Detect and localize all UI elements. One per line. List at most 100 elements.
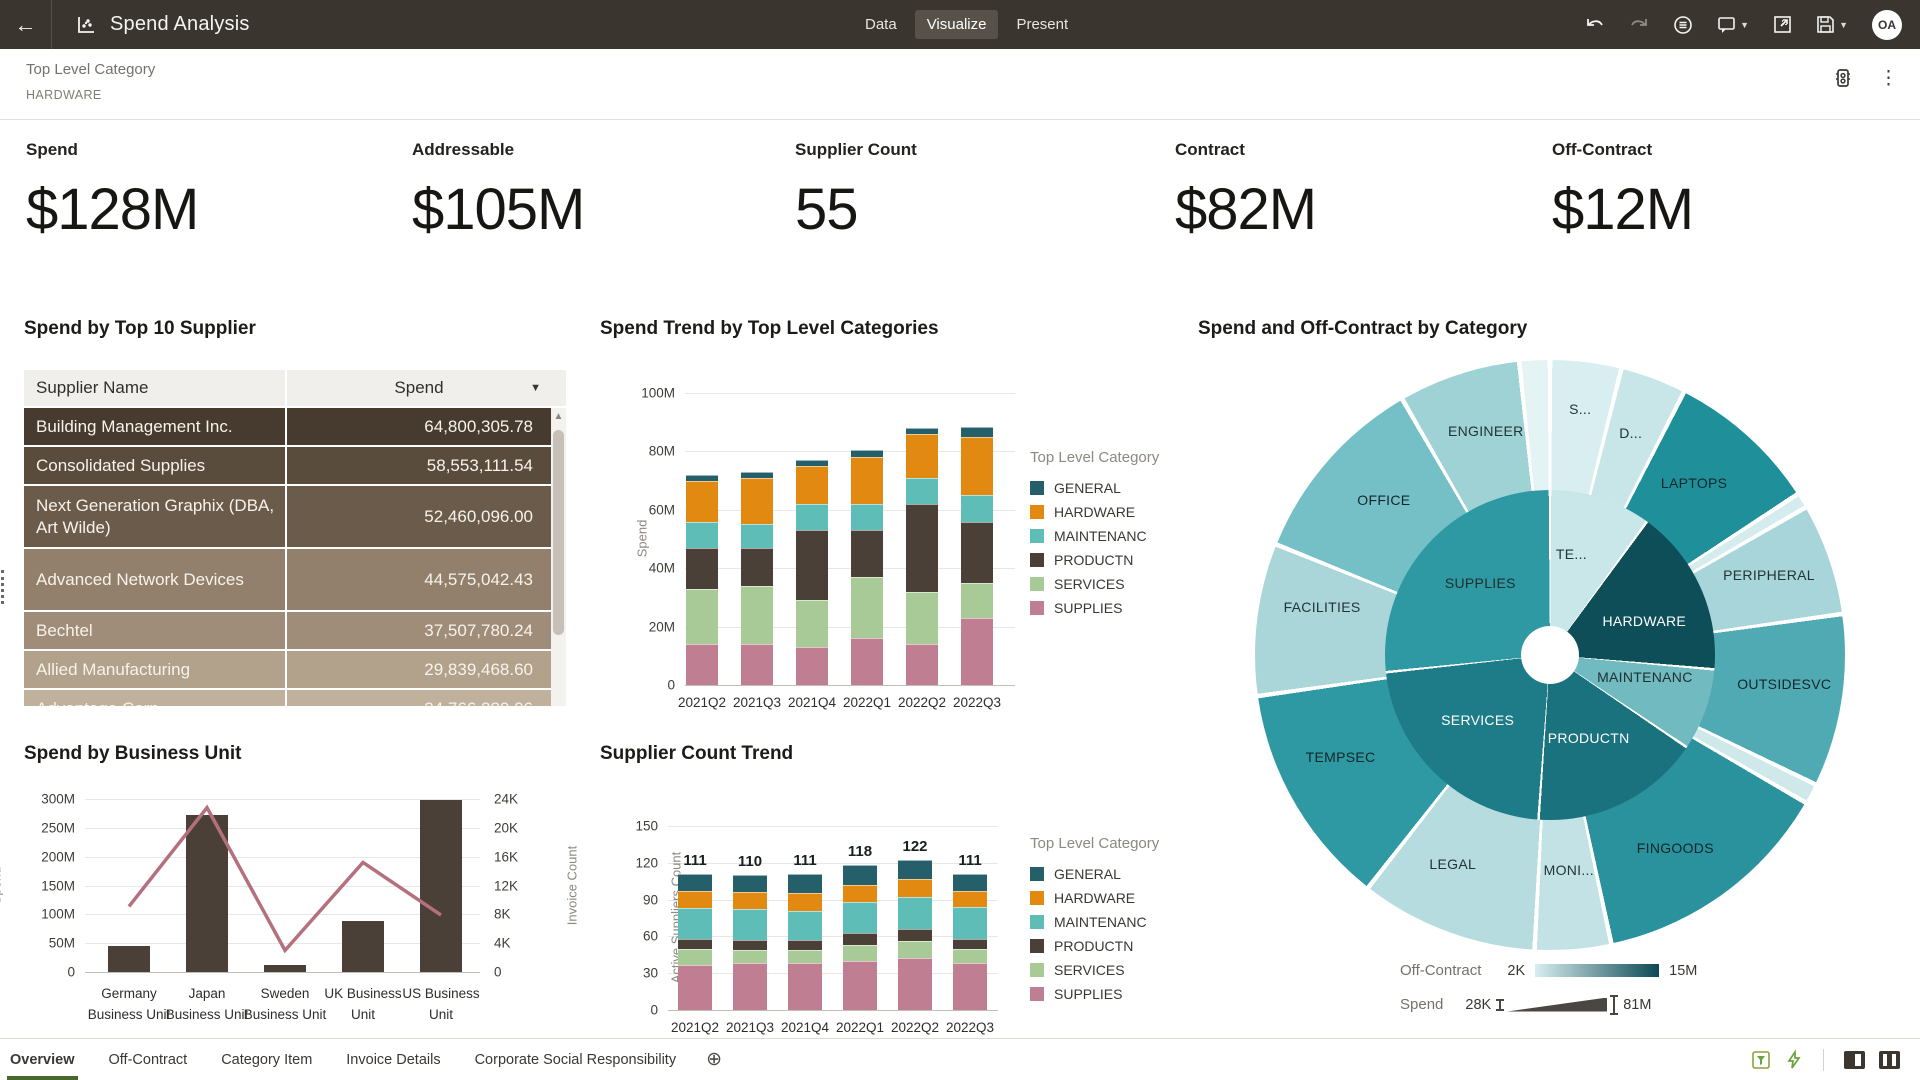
bar-segment-services[interactable] <box>953 949 987 964</box>
bar-segment-maintenanc[interactable] <box>898 897 932 929</box>
canvas-tab-invoice-details[interactable]: Invoice Details <box>346 1039 440 1080</box>
scroll-thumb[interactable] <box>553 430 564 635</box>
filter-canvas-icon[interactable] <box>1751 1050 1771 1070</box>
bar-segment-maintenanc[interactable] <box>843 902 877 933</box>
bar-segment-hardware[interactable] <box>961 437 993 495</box>
bar-segment-supplies[interactable] <box>733 963 767 1010</box>
bar-segment-productn[interactable] <box>796 530 828 600</box>
canvas-tab-overview[interactable]: Overview <box>10 1039 75 1080</box>
bar-segment-supplies[interactable] <box>741 644 773 685</box>
bar-segment-hardware[interactable] <box>851 457 883 504</box>
stacked-bar[interactable] <box>796 460 828 685</box>
bar-segment-hardware[interactable] <box>741 478 773 525</box>
bar-segment-productn[interactable] <box>678 939 712 949</box>
column-header-supplier-name[interactable]: Supplier Name <box>24 378 285 398</box>
bar-segment-services[interactable] <box>898 941 932 958</box>
filter-menu-icon[interactable]: ⋮ <box>1879 69 1898 88</box>
bar-segment-services[interactable] <box>741 586 773 644</box>
bar-segment-general[interactable] <box>851 450 883 457</box>
refresh-data-icon[interactable] <box>1673 15 1693 35</box>
stacked-bar[interactable] <box>898 860 932 1010</box>
legend-item-productn[interactable]: PRODUCTN <box>1030 548 1159 572</box>
bar-segment-productn[interactable] <box>741 548 773 586</box>
legend-item-supplies[interactable]: SUPPLIES <box>1030 596 1159 620</box>
bar-segment-productn[interactable] <box>961 522 993 583</box>
legend-item-hardware[interactable]: HARDWARE <box>1030 500 1159 524</box>
bar-segment-maintenanc[interactable] <box>851 504 883 530</box>
bar-segment-maintenanc[interactable] <box>953 907 987 939</box>
bar-segment-hardware[interactable] <box>843 885 877 902</box>
table-row[interactable]: Consolidated Supplies58,553,111.54 <box>24 447 566 486</box>
auto-apply-icon[interactable] <box>1785 1050 1803 1070</box>
bar-segment-productn[interactable] <box>686 548 718 589</box>
bar-segment-services[interactable] <box>686 589 718 644</box>
stacked-bar[interactable] <box>843 865 877 1010</box>
legend-item-supplies[interactable]: SUPPLIES <box>1030 982 1159 1006</box>
table-row[interactable]: Allied Manufacturing29,839,468.60 <box>24 651 566 690</box>
bar-segment-general[interactable] <box>733 875 767 892</box>
legend-item-general[interactable]: GENERAL <box>1030 476 1159 500</box>
bar-segment-supplies[interactable] <box>843 961 877 1010</box>
bar-segment-hardware[interactable] <box>906 434 938 478</box>
bar-segment-maintenanc[interactable] <box>796 504 828 530</box>
bar-segment-hardware[interactable] <box>953 891 987 907</box>
add-canvas-button[interactable]: ⊕ <box>706 1048 722 1071</box>
table-row[interactable]: Bechtel37,507,780.24 <box>24 612 566 651</box>
legend-item-maintenanc[interactable]: MAINTENANC <box>1030 910 1159 934</box>
bar-segment-supplies[interactable] <box>961 618 993 685</box>
legend-item-hardware[interactable]: HARDWARE <box>1030 886 1159 910</box>
redo-button[interactable] <box>1629 16 1649 34</box>
canvas-tab-off-contract[interactable]: Off-Contract <box>109 1039 188 1080</box>
bar-segment-hardware[interactable] <box>788 893 822 910</box>
bar-segment-services[interactable] <box>788 950 822 963</box>
table-row[interactable]: Next Generation Graphix (DBA, Art Wilde)… <box>24 486 566 549</box>
bar-segment-productn[interactable] <box>906 504 938 592</box>
kpi-tile[interactable]: Contract$82M <box>1175 140 1316 243</box>
bar-segment-productn[interactable] <box>843 933 877 945</box>
bar-segment-general[interactable] <box>953 874 987 891</box>
bar-segment-services[interactable] <box>961 583 993 618</box>
bar-segment-productn[interactable] <box>851 530 883 577</box>
bar-segment-general[interactable] <box>843 865 877 885</box>
bar-segment-maintenanc[interactable] <box>741 524 773 547</box>
legend-item-general[interactable]: GENERAL <box>1030 862 1159 886</box>
legend-item-productn[interactable]: PRODUCTN <box>1030 934 1159 958</box>
bar-segment-maintenanc[interactable] <box>733 909 767 940</box>
comments-menu[interactable]: ▼ <box>1717 16 1749 34</box>
bar-segment-hardware[interactable] <box>898 879 932 897</box>
kpi-tile[interactable]: Spend$128M <box>26 140 198 243</box>
canvas-tab-corporate-social-responsibility[interactable]: Corporate Social Responsibility <box>475 1039 677 1080</box>
table-scrollbar[interactable]: ▲ <box>551 408 566 706</box>
bar-segment-services[interactable] <box>796 600 828 647</box>
stacked-bar[interactable] <box>678 874 712 1010</box>
bar-segment-services[interactable] <box>851 577 883 638</box>
bar-segment-general[interactable] <box>678 874 712 891</box>
bar-segment-services[interactable] <box>733 950 767 963</box>
undo-button[interactable] <box>1585 16 1605 34</box>
sort-descending-icon[interactable]: ▼ <box>530 382 541 394</box>
bar-segment-hardware[interactable] <box>796 466 828 504</box>
panel-splitter-grip[interactable] <box>1 570 4 604</box>
bar-segment-productn[interactable] <box>898 929 932 941</box>
bar-segment-maintenanc[interactable] <box>961 495 993 521</box>
bar-segment-services[interactable] <box>843 945 877 961</box>
bar-segment-maintenanc[interactable] <box>678 908 712 939</box>
table-row[interactable]: Advanced Network Devices44,575,042.43 <box>24 549 566 612</box>
bar-segment-supplies[interactable] <box>953 963 987 1010</box>
stacked-bar[interactable] <box>953 874 987 1010</box>
bar-segment-maintenanc[interactable] <box>906 478 938 504</box>
tab-visualize[interactable]: Visualize <box>915 10 999 39</box>
kpi-tile[interactable]: Off-Contract$12M <box>1552 140 1693 243</box>
table-row[interactable]: Advantage Corp24,766,280.06 <box>24 690 566 706</box>
invoice-count-line[interactable] <box>85 799 480 972</box>
tab-present[interactable]: Present <box>1004 10 1080 39</box>
table-row[interactable]: Building Management Inc.64,800,305.78 <box>24 408 566 447</box>
filter-name[interactable]: Top Level Category <box>26 61 155 78</box>
tab-data[interactable]: Data <box>853 10 909 39</box>
stacked-bar[interactable] <box>906 428 938 685</box>
toggle-right-panel-icon[interactable] <box>1879 1051 1900 1069</box>
bar-segment-supplies[interactable] <box>796 647 828 685</box>
limit-values-icon[interactable] <box>1833 67 1853 89</box>
user-avatar[interactable]: OA <box>1872 10 1902 40</box>
back-button[interactable]: ← <box>0 0 52 49</box>
